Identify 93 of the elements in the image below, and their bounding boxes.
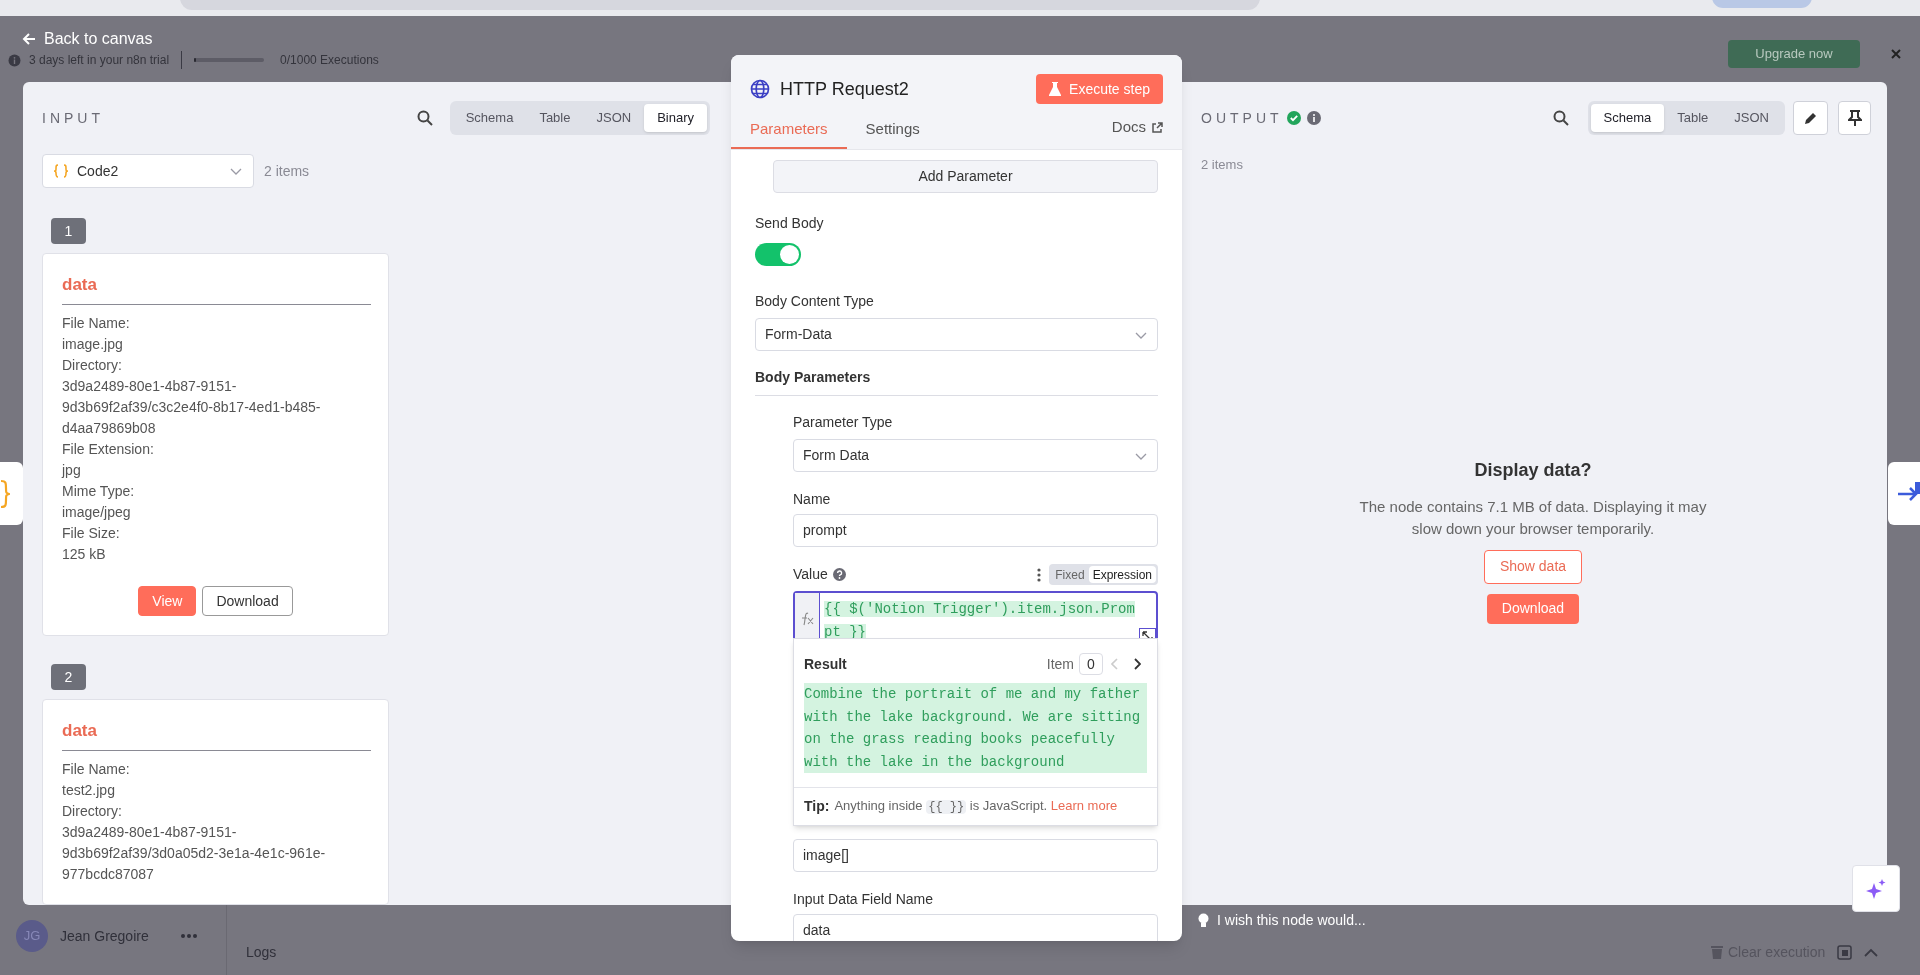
mode-toggle[interactable]: Expression <box>1088 566 1156 583</box>
sparkle-icon <box>1865 877 1887 900</box>
help-icon[interactable] <box>832 568 846 581</box>
upgrade-button[interactable]: Upgrade now <box>1728 40 1860 68</box>
close-icon[interactable] <box>1891 49 1901 59</box>
search-icon[interactable] <box>416 110 433 126</box>
item-label: Item <box>1046 654 1074 674</box>
node-select[interactable]: Code2 <box>42 154 254 188</box>
item-index-badge: 2 <box>51 664 86 690</box>
user-name: Jean Gregoire <box>60 926 149 946</box>
trash-icon <box>1710 945 1724 960</box>
panel-tab[interactable]: Settings <box>846 111 939 149</box>
view-tab[interactable]: Schema <box>1590 104 1665 132</box>
chevron-right-icon[interactable] <box>1133 658 1141 670</box>
globe-icon <box>750 79 770 99</box>
tip-text: Anything inside {{ }} is JavaScript. Learn more <box>834 797 1118 816</box>
field-value: jpg <box>62 461 82 480</box>
external-link-icon <box>1152 121 1163 133</box>
notice-title: Display data? <box>1474 458 1592 482</box>
search-icon[interactable] <box>1552 110 1569 126</box>
notice-message: The node contains 7.1 MB of data. Displaying it may slow down your browser temporarily. <box>1358 496 1708 539</box>
more-vertical-icon[interactable] <box>1037 567 1042 582</box>
chevron-up-icon[interactable] <box>1864 948 1879 957</box>
field-label: Input Data Field Name <box>793 890 935 908</box>
field-value: 3d9a2489-80e1-4b87-9151-9d3b69f2af39/c3c2e4f0-8b17-4ed1-b485-d4aa79869b08 <box>62 377 322 438</box>
info-icon <box>1306 111 1321 125</box>
toggle-switch[interactable] <box>755 243 801 266</box>
flask-icon <box>1049 82 1062 96</box>
item-count: 2 items <box>1201 156 1244 174</box>
view-tab[interactable]: Table <box>1664 104 1722 132</box>
copy-icon[interactable] <box>1837 945 1853 960</box>
item-number-input[interactable]: 0 <box>1079 653 1103 675</box>
pin-button[interactable] <box>1838 101 1871 135</box>
tip-label: Tip: <box>804 797 830 816</box>
pin-icon <box>1847 110 1862 126</box>
section-title: Body Parameters <box>755 369 871 385</box>
panel-title: OUTPUT <box>1201 108 1283 128</box>
field-label: File Size: <box>62 524 121 543</box>
view-tab[interactable]: JSON <box>583 104 645 132</box>
docs-link[interactable]: Docs <box>1111 111 1163 149</box>
back-link[interactable]: Back to canvas <box>22 27 153 51</box>
field-label: Parameter Type <box>793 413 894 431</box>
binary-key: data <box>62 720 369 742</box>
mode-toggle[interactable]: Fixed <box>1051 566 1089 583</box>
field-label: Value <box>793 565 828 584</box>
learn-more-link[interactable]: Learn more <box>1050 798 1118 813</box>
field-value: 3d9a2489-80e1-4b87-9151-9d3b69f2af39/3d0a05d2-3e1a-4e1c-961e-977bcdc87087 <box>62 823 327 884</box>
view-tab[interactable]: JSON <box>1721 104 1782 132</box>
edit-button[interactable] <box>1793 101 1828 135</box>
item-count: 2 items <box>264 161 310 181</box>
field-label: File Name: <box>62 314 131 333</box>
show-data-button[interactable]: Show data <box>1483 549 1583 584</box>
curly-brace-icon <box>0 478 10 509</box>
executions-text: 0/1000 Executions <box>280 52 379 69</box>
feedback-prompt[interactable]: I wish this node would... <box>1217 910 1366 931</box>
field-value: image.jpg <box>62 335 124 354</box>
arrow-left-icon <box>22 32 36 46</box>
field-label: Send Body <box>755 214 825 232</box>
node-title: HTTP Request2 <box>780 77 909 101</box>
logs-label: Logs <box>246 943 277 962</box>
trial-text: 3 days left in your n8n trial <box>29 52 170 69</box>
lightbulb-icon <box>1198 913 1209 928</box>
panel-title: INPUT <box>42 108 104 128</box>
field-label: File Name: <box>62 760 131 779</box>
field-label: Body Content Type <box>755 292 875 310</box>
field-value: 125 kB <box>62 545 107 564</box>
binary-key: data <box>62 274 369 296</box>
text-input[interactable]: data <box>793 914 1158 941</box>
field-value: image/jpeg <box>62 503 132 522</box>
select-field[interactable]: Form-Data <box>755 318 1158 351</box>
info-icon <box>8 53 21 67</box>
result-text: Combine the portrait of me and my father with the lake background. We are sitting on the grass reading books peacefully with the lake in the background <box>804 683 1147 773</box>
view-tab[interactable]: Binary <box>644 104 707 132</box>
ai-assistant-button[interactable] <box>1852 865 1900 912</box>
item-index-badge: 1 <box>51 218 86 244</box>
field-label: Directory: <box>62 802 123 821</box>
field-label: Name <box>793 490 832 508</box>
view-tab[interactable]: Schema <box>452 104 527 132</box>
result-title: Result <box>804 654 847 674</box>
field-label: File Extension: <box>62 440 155 459</box>
select-field[interactable]: Form Data <box>793 439 1158 472</box>
curly-brace-icon <box>53 163 69 179</box>
field-label: Mime Type: <box>62 482 136 501</box>
text-input[interactable]: prompt <box>793 514 1158 547</box>
text-input[interactable]: image[] <box>793 839 1158 872</box>
field-value: test2.jpg <box>62 781 116 800</box>
success-check-icon <box>1286 111 1301 125</box>
view-tab[interactable]: Table <box>526 104 584 132</box>
pencil-icon <box>1803 111 1818 125</box>
download-button[interactable]: Download <box>202 586 293 616</box>
add-parameter-button[interactable]: Add Parameter <box>773 160 1158 193</box>
more-icon[interactable] <box>180 934 197 938</box>
field-label: Directory: <box>62 356 123 375</box>
